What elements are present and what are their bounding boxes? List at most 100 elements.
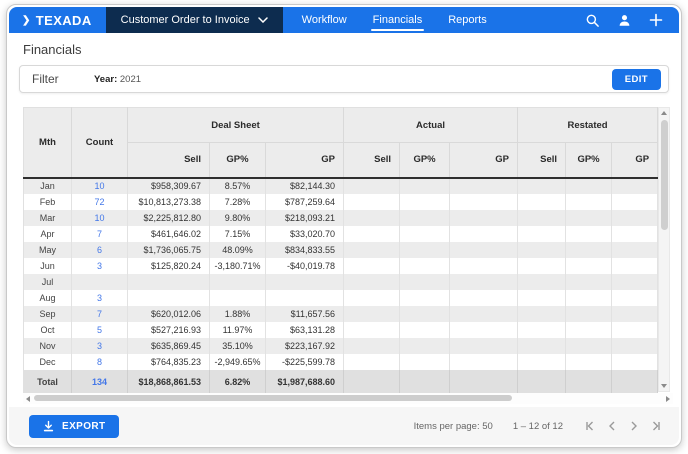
cell-value [400, 258, 450, 274]
cell-value [450, 354, 518, 370]
cell-value: 48.09% [210, 242, 266, 258]
total-row: Total134$18,868,861.536.82%$1,987,688.60 [24, 370, 658, 395]
cell-value: $958,309.67 [128, 178, 210, 194]
count-link[interactable]: 7 [97, 309, 102, 319]
col-header-restated-gp: GP [612, 143, 658, 178]
vertical-scrollbar[interactable] [658, 107, 670, 392]
cell-value [518, 258, 566, 274]
next-page-icon[interactable] [627, 419, 641, 433]
items-per-page-label: Items per page: 50 [414, 421, 493, 432]
add-icon[interactable] [649, 13, 663, 27]
cell-value [344, 178, 400, 194]
scroll-left-icon[interactable] [26, 396, 30, 402]
nav-tabs: WorkflowFinancialsReports [289, 7, 500, 33]
filter-year-key: Year: [94, 74, 117, 85]
cell-mth: Jun [24, 258, 72, 274]
cell-value: $834,833.55 [266, 242, 344, 258]
cell-value [128, 290, 210, 306]
cell-value [612, 274, 658, 290]
cell-value: $218,093.21 [266, 210, 344, 226]
vertical-scroll-thumb[interactable] [661, 120, 668, 230]
module-dropdown[interactable]: Customer Order to Invoice [106, 7, 283, 33]
col-header-deal-sheet-gp: GP [266, 143, 344, 178]
horizontal-scroll-thumb[interactable] [34, 395, 512, 401]
cell-value [400, 274, 450, 290]
count-link[interactable]: 5 [97, 325, 102, 335]
account-icon[interactable] [617, 13, 632, 28]
last-page-icon[interactable] [649, 419, 663, 433]
horizontal-scrollbar[interactable] [23, 393, 673, 404]
cell-value: $764,835.23 [128, 354, 210, 370]
cell-value [518, 242, 566, 258]
cell-value: -3,180.71% [210, 258, 266, 274]
table-body: Jan10$958,309.678.57%$82,144.30Feb72$10,… [24, 178, 658, 395]
module-dropdown-label: Customer Order to Invoice [121, 14, 250, 26]
cell-value [450, 194, 518, 210]
cell-value [566, 242, 612, 258]
cell-value: $18,868,861.53 [128, 370, 210, 395]
count-link[interactable]: 3 [97, 293, 102, 303]
table-row: Feb72$10,813,273.387.28%$787,259.64 [24, 194, 658, 210]
table-row: Oct5$527,216.9311.97%$63,131.28 [24, 322, 658, 338]
cell-value [400, 242, 450, 258]
cell-value [344, 290, 400, 306]
count-link[interactable]: 72 [94, 197, 104, 207]
group-header-actual: Actual [344, 108, 518, 143]
tab-workflow[interactable]: Workflow [289, 7, 360, 33]
cell-value [344, 322, 400, 338]
count-link[interactable]: 6 [97, 245, 102, 255]
cell-count: 7 [72, 226, 128, 242]
count-link[interactable]: 8 [97, 357, 102, 367]
cell-value: $461,646.02 [128, 226, 210, 242]
cell-value [344, 226, 400, 242]
tab-financials[interactable]: Financials [360, 7, 436, 33]
cell-count: 10 [72, 178, 128, 194]
cell-count: 8 [72, 354, 128, 370]
search-icon[interactable] [585, 13, 600, 28]
cell-value [344, 242, 400, 258]
app-window: ❯ TEXADA Customer Order to Invoice Workf… [6, 4, 682, 448]
cell-value [566, 322, 612, 338]
cell-value [266, 274, 344, 290]
cell-value: 7.15% [210, 226, 266, 242]
scroll-right-icon[interactable] [666, 396, 670, 402]
cell-count: 5 [72, 322, 128, 338]
cell-value [566, 354, 612, 370]
col-header-restated-gp-pct: GP% [566, 143, 612, 178]
cell-value: $527,216.93 [128, 322, 210, 338]
count-link[interactable]: 3 [97, 341, 102, 351]
count-link[interactable]: 10 [94, 213, 104, 223]
count-link[interactable]: 7 [97, 229, 102, 239]
cell-value [450, 306, 518, 322]
chevron-down-icon [258, 17, 268, 23]
pager-icons [583, 419, 663, 433]
cell-value [612, 338, 658, 354]
export-button[interactable]: EXPORT [29, 415, 119, 438]
cell-value: $1,987,688.60 [266, 370, 344, 395]
cell-value [128, 274, 210, 290]
col-header-mth: Mth [24, 108, 72, 178]
col-header-deal-sheet-sell: Sell [128, 143, 210, 178]
count-link[interactable]: 10 [94, 181, 104, 191]
count-link[interactable]: 134 [92, 377, 107, 387]
cell-value [210, 274, 266, 290]
cell-value [450, 226, 518, 242]
table-row: Jun3$125,820.24-3,180.71%-$40,019.78 [24, 258, 658, 274]
cell-value: $1,736,065.75 [128, 242, 210, 258]
edit-button[interactable]: EDIT [612, 69, 661, 90]
table-row: Jan10$958,309.678.57%$82,144.30 [24, 178, 658, 194]
cell-count: 10 [72, 210, 128, 226]
cell-mth: Oct [24, 322, 72, 338]
scroll-up-icon[interactable] [661, 111, 667, 115]
cell-value [612, 242, 658, 258]
cell-value [400, 354, 450, 370]
previous-page-icon[interactable] [605, 419, 619, 433]
tab-reports[interactable]: Reports [435, 7, 500, 33]
col-header-restated-sell: Sell [518, 143, 566, 178]
cell-value [450, 178, 518, 194]
first-page-icon[interactable] [583, 419, 597, 433]
count-link[interactable]: 3 [97, 261, 102, 271]
scroll-down-icon[interactable] [661, 384, 667, 388]
cell-value [612, 258, 658, 274]
cell-value [450, 290, 518, 306]
